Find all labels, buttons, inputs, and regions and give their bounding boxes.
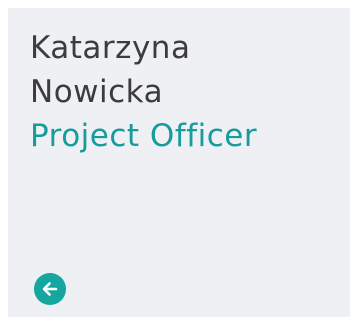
person-name: Katarzyna Nowicka: [30, 26, 190, 114]
back-button[interactable]: [34, 273, 66, 305]
arrow-left-icon: [42, 282, 58, 296]
last-name: Nowicka: [30, 74, 164, 110]
job-title: Project Officer: [30, 118, 258, 154]
first-name: Katarzyna: [30, 30, 191, 66]
profile-card: Katarzyna Nowicka Project Officer: [8, 8, 350, 317]
